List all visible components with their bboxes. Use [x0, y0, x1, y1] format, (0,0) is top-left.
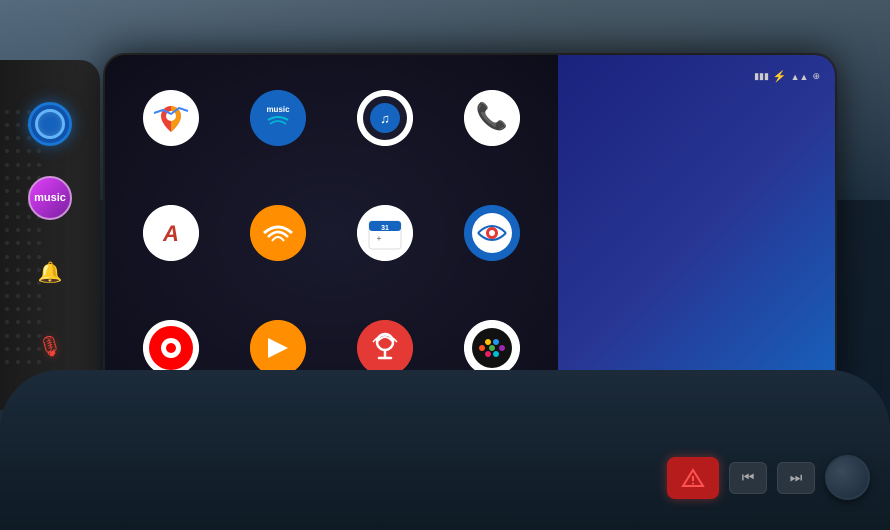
music-shortcut-icon: music	[34, 192, 66, 204]
exit-app-item[interactable]: A	[120, 180, 222, 290]
news-icon	[464, 205, 520, 261]
svg-text:A: A	[162, 221, 179, 246]
signal-icon: ▲▲	[791, 72, 809, 82]
volume-knob[interactable]	[825, 455, 870, 500]
status-bar: ▮▮▮ ⚡ ▲▲ ⊕	[573, 70, 820, 83]
maps-icon	[143, 90, 199, 146]
battery-icon: ▮▮▮	[754, 71, 769, 82]
podcast-icon	[357, 320, 413, 376]
alexa-button[interactable]	[28, 102, 72, 146]
phone-icon: 📞	[464, 90, 520, 146]
clock-time-display	[573, 93, 820, 415]
spotify-icon	[464, 320, 520, 376]
physical-controls: ⏮ ⏭	[667, 455, 870, 500]
dsub-icon: ♫	[357, 90, 413, 146]
calendar-app-item[interactable]: 31 +	[334, 180, 436, 290]
dashboard-area	[0, 370, 890, 530]
app-grid-panel: music ♫	[105, 55, 558, 415]
app-grid: music ♫	[120, 65, 543, 405]
maps-app-item[interactable]	[120, 65, 222, 175]
bell-icon: 🔔	[38, 260, 63, 285]
infotainment-screen: music ♫	[105, 55, 835, 415]
amazon-music-shortcut-button[interactable]: music	[28, 176, 72, 220]
amazon-music-icon: music	[250, 90, 306, 146]
next-arrow-icon	[250, 320, 306, 376]
svg-text:music: music	[266, 105, 290, 114]
left-side-panel: // Generate speaker holes const holes = …	[0, 60, 100, 410]
alexa-ring-icon	[35, 109, 65, 139]
news-app-item[interactable]	[441, 180, 543, 290]
clock-panel: ▮▮▮ ⚡ ▲▲ ⊕	[558, 55, 835, 415]
next-track-button[interactable]: ⏭	[777, 462, 815, 494]
hazard-button[interactable]	[667, 457, 719, 499]
audible-app-item[interactable]	[227, 180, 329, 290]
svg-text:📞: 📞	[475, 99, 508, 131]
notifications-button[interactable]: 🔔	[28, 250, 72, 294]
amazon-music-app-item[interactable]: music	[227, 65, 329, 175]
svg-text:31: 31	[381, 225, 389, 232]
phone-app-item[interactable]: 📞	[441, 65, 543, 175]
wifi-icon: ⊕	[812, 71, 820, 82]
exit-icon: A	[143, 205, 199, 261]
dsub-app-item[interactable]: ♫	[334, 65, 436, 175]
bluetooth-icon: ⚡	[773, 70, 787, 83]
svg-text:♫: ♫	[380, 111, 390, 126]
calendar-icon: 31 +	[357, 205, 413, 261]
youtube-music-icon	[143, 320, 199, 376]
svg-text:+: +	[376, 234, 381, 243]
microphone-icon: 🎙	[37, 334, 62, 359]
audible-icon	[250, 205, 306, 261]
hazard-triangle-icon	[681, 468, 705, 488]
voice-button[interactable]: 🎙	[28, 324, 72, 368]
prev-track-button[interactable]: ⏮	[729, 462, 767, 494]
